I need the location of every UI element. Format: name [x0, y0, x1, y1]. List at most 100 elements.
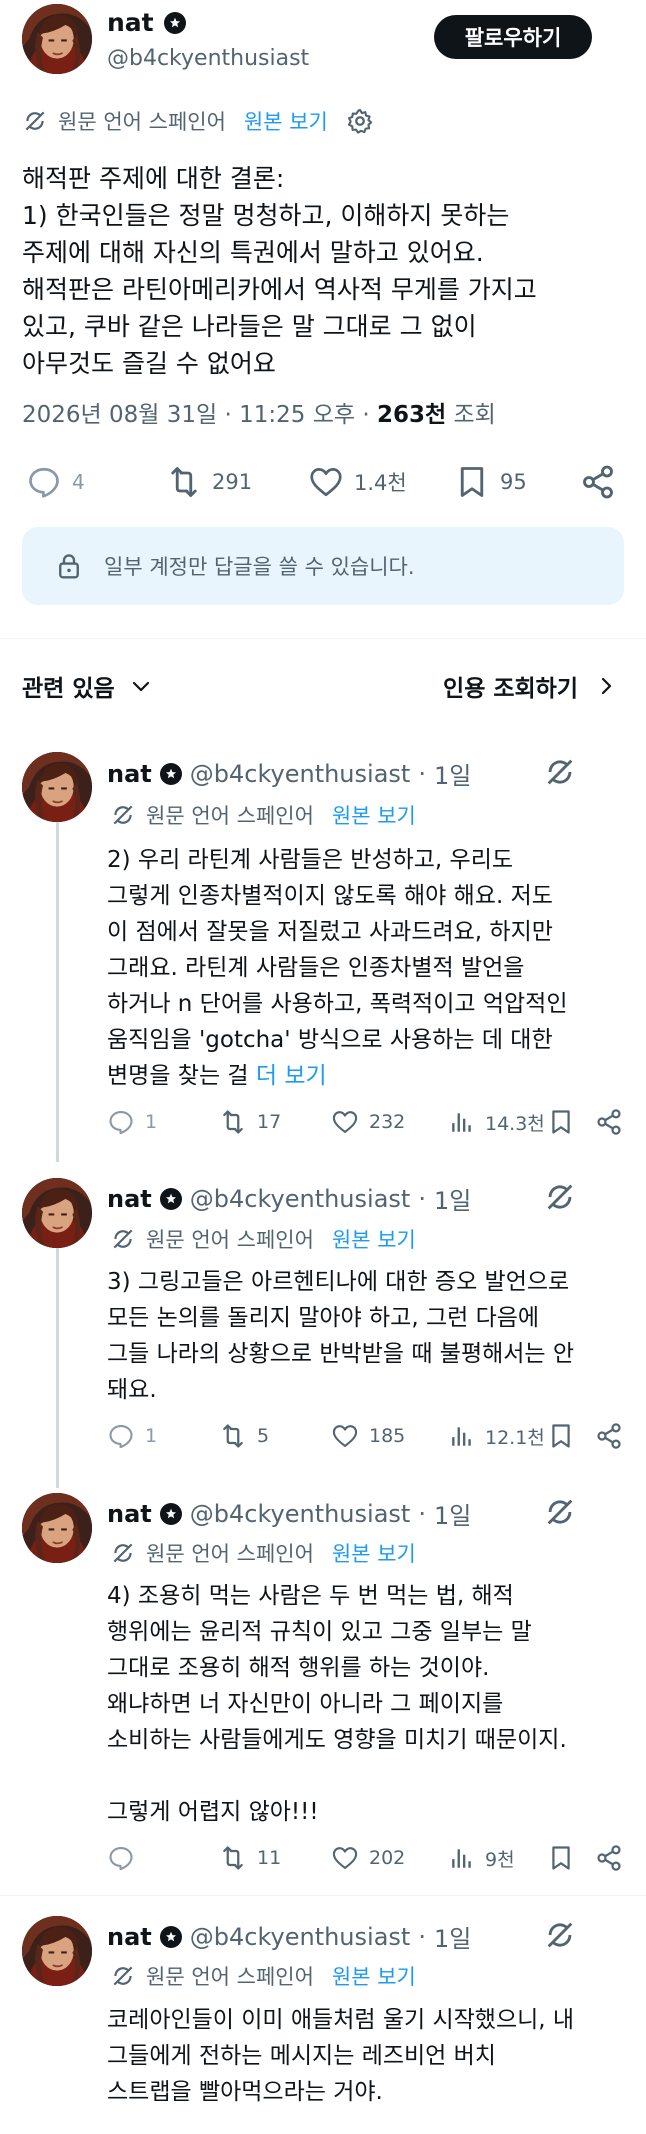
views-button[interactable]: 14.3천: [449, 1109, 545, 1136]
show-more-link[interactable]: 더 보기: [256, 1063, 327, 1089]
bookmark-button[interactable]: [547, 1844, 575, 1872]
like-count: 1.4천: [354, 471, 407, 495]
like-button[interactable]: 202: [331, 1844, 405, 1872]
follow-button[interactable]: 팔로우하기: [434, 15, 592, 59]
avatar[interactable]: [22, 1916, 92, 1986]
post-detail-page: nat @b4ckyenthusiast 팔로우하기 원문 언어 스페인어 원본…: [0, 0, 646, 2134]
author-name-row[interactable]: nat: [107, 8, 186, 37]
reply-author-handle[interactable]: @b4ckyenthusiast: [190, 1923, 411, 1951]
show-original-link[interactable]: 원본 보기: [332, 1538, 416, 1568]
translate-toggle-icon[interactable]: [543, 1495, 577, 1529]
translate-icon: [110, 1226, 136, 1252]
avatar[interactable]: [22, 752, 92, 822]
show-original-link[interactable]: 원본 보기: [244, 106, 328, 136]
translation-note: 원문 언어 스페인어 원본 보기: [110, 1224, 416, 1254]
like-button[interactable]: 1.4천: [308, 464, 407, 500]
reply-text: 2) 우리 라틴계 사람들은 반성하고, 우리도 그렇게 인종차별적이지 않도록…: [107, 842, 629, 1094]
bookmark-icon: [454, 464, 490, 500]
translation-note: 원문 언어 스페인어 원본 보기: [110, 1961, 416, 1991]
thread-connector: [56, 822, 59, 1162]
reply-author-name[interactable]: nat: [107, 1185, 152, 1213]
restriction-text: 일부 계정만 답글을 쓸 수 있습니다.: [104, 555, 415, 579]
avatar[interactable]: [22, 1493, 92, 1563]
reply-time[interactable]: 1일: [434, 1919, 471, 1954]
verified-badge-icon: [163, 11, 186, 34]
bookmark-icon: [547, 1422, 575, 1450]
reply-text: 3) 그링고들은 아르헨티나에 대한 증오 발언으로 모든 논의를 돌리지 말아…: [107, 1269, 575, 1403]
post-text: 해적판 주제에 대한 결론: 1) 한국인들은 정말 멍청하고, 이해하지 못하…: [22, 164, 537, 378]
reply-button[interactable]: 4: [26, 464, 85, 500]
author-name[interactable]: nat: [107, 8, 154, 37]
reply-header: nat @b4ckyenthusiast · 1일: [107, 1181, 471, 1216]
reply-author-handle[interactable]: @b4ckyenthusiast: [190, 1500, 411, 1528]
repost-button[interactable]: 17: [219, 1108, 281, 1136]
views-icon: [449, 1845, 475, 1871]
author-handle[interactable]: @b4ckyenthusiast: [107, 46, 309, 71]
reply-author-name[interactable]: nat: [107, 760, 152, 788]
reply-count: 1: [145, 1111, 158, 1133]
heart-icon: [331, 1108, 359, 1136]
views-button[interactable]: 12.1천: [449, 1423, 545, 1450]
translation-language: 원문 언어 스페인어: [58, 110, 226, 134]
reply-button[interactable]: 1: [107, 1108, 157, 1136]
reply-author-name[interactable]: nat: [107, 1923, 152, 1951]
heart-icon: [308, 464, 344, 500]
reply-author-handle[interactable]: @b4ckyenthusiast: [190, 1185, 411, 1213]
repost-button[interactable]: 11: [219, 1844, 281, 1872]
share-button[interactable]: [595, 1108, 623, 1136]
reply-button[interactable]: [107, 1844, 145, 1872]
translation-language: 원문 언어 스페인어: [146, 804, 314, 828]
bookmark-button[interactable]: [547, 1422, 575, 1450]
lock-icon: [54, 551, 84, 581]
avatar[interactable]: [22, 4, 92, 74]
sort-dropdown[interactable]: 관련 있음: [22, 669, 153, 703]
like-button[interactable]: 232: [331, 1108, 405, 1136]
bookmark-button[interactable]: 95: [454, 464, 527, 500]
reply-button[interactable]: 1: [107, 1422, 157, 1450]
repost-icon: [219, 1108, 247, 1136]
translate-toggle-icon[interactable]: [543, 1918, 577, 1952]
reply-time[interactable]: 1일: [434, 1496, 471, 1531]
bookmark-count: 95: [500, 470, 527, 494]
reply-time[interactable]: 1일: [434, 756, 471, 791]
reply-author-handle[interactable]: @b4ckyenthusiast: [190, 760, 411, 788]
like-button[interactable]: 185: [331, 1422, 405, 1450]
view-count: 9천: [485, 1848, 515, 1871]
chevron-right-icon: [594, 674, 618, 698]
quotes-label: 인용 조회하기: [443, 676, 578, 702]
reply-header: nat @b4ckyenthusiast · 1일: [107, 1919, 471, 1954]
reply-icon: [107, 1422, 135, 1450]
translate-toggle-icon[interactable]: [543, 1180, 577, 1214]
repost-count: 5: [257, 1425, 270, 1447]
view-quotes-link[interactable]: 인용 조회하기: [443, 669, 618, 703]
reply-author-name[interactable]: nat: [107, 1500, 152, 1528]
show-original-link[interactable]: 원본 보기: [332, 1961, 416, 1991]
bookmark-icon: [547, 1844, 575, 1872]
share-button[interactable]: [595, 1422, 623, 1450]
show-original-link[interactable]: 원본 보기: [332, 1224, 416, 1254]
reply-action-bar: 11 202 9천: [107, 1840, 627, 1876]
reply-header: nat @b4ckyenthusiast · 1일: [107, 1496, 471, 1531]
avatar[interactable]: [22, 1178, 92, 1248]
repost-count: 17: [257, 1111, 282, 1133]
share-button[interactable]: [580, 464, 616, 500]
share-icon: [595, 1844, 623, 1872]
views-button[interactable]: 9천: [449, 1845, 515, 1872]
translate-toggle-icon[interactable]: [543, 755, 577, 789]
post-date[interactable]: 2026년 08월 31일: [22, 402, 217, 428]
reply-body: 2) 우리 라틴계 사람들은 반성하고, 우리도 그렇게 인종차별적이지 않도록…: [107, 847, 568, 1089]
translation-settings-gear-icon[interactable]: [346, 107, 374, 135]
bookmark-button[interactable]: [547, 1108, 575, 1136]
reply-text: 4) 조용히 먹는 사람은 두 번 먹는 법, 해적 행위에는 윤리적 규칙이 …: [107, 1583, 567, 1825]
post-time[interactable]: 11:25 오후: [239, 402, 355, 428]
repost-button[interactable]: 291: [166, 464, 252, 500]
reply-icon: [107, 1844, 135, 1872]
translation-language: 원문 언어 스페인어: [146, 1965, 314, 1989]
reply-time[interactable]: 1일: [434, 1181, 471, 1216]
verified-badge-icon: [159, 1925, 182, 1948]
share-button[interactable]: [595, 1844, 623, 1872]
repost-button[interactable]: 5: [219, 1422, 269, 1450]
translation-language: 원문 언어 스페인어: [146, 1228, 314, 1252]
post-meta: 2026년 08월 31일 · 11:25 오후 · 263천 조회: [22, 402, 496, 428]
show-original-link[interactable]: 원본 보기: [332, 800, 416, 830]
